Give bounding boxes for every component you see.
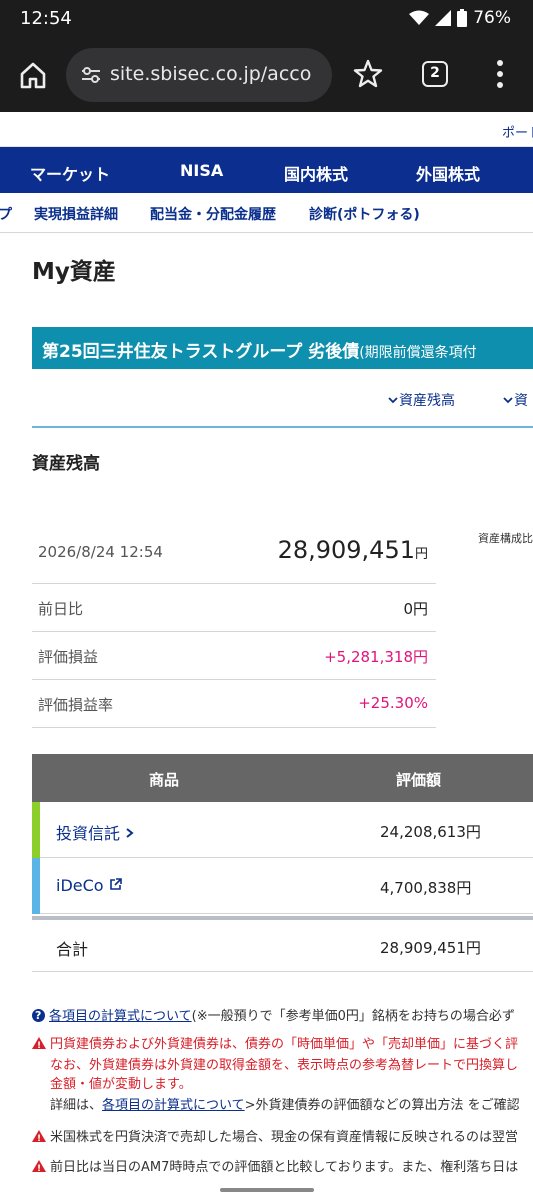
summary-total-value: 28,909,451	[277, 536, 415, 564]
product-link-ideco[interactable]: iDeCo	[56, 876, 122, 895]
summary-value: +25.30%	[358, 694, 428, 712]
product-link-investment-trust[interactable]: 投資信託	[56, 820, 135, 844]
subnav-diagnosis[interactable]: 診断(ポトフォる)	[309, 204, 420, 224]
help-icon	[32, 1008, 45, 1024]
bond-name-text: 第25回三井住友トラストグループ 劣後債	[42, 342, 360, 362]
row-color-bar	[32, 858, 40, 914]
tab-switcher-button[interactable]: 2	[422, 61, 448, 87]
warning-icon	[32, 1130, 46, 1146]
header-valuation: 評価額	[396, 771, 442, 789]
url-text: site.sbisec.co.jp/acco	[110, 63, 312, 85]
product-table-header: 商品 評価額	[32, 754, 533, 802]
status-icons: 76%	[409, 8, 511, 28]
calculation-link[interactable]: 各項目の計算式について	[102, 1098, 245, 1113]
note-bonds-detail: 詳細は、各項目の計算式について>外貨建債券の評価額などの算出方法 をご確認	[50, 1097, 533, 1114]
browser-toolbar: site.sbisec.co.jp/acco 2	[0, 38, 533, 112]
summary-row: 前日比 0円	[32, 584, 436, 632]
note-text: 円貨建債券および外貨建債券は、債券の「時価単価」や「売却単価」に基づく評	[50, 1037, 519, 1052]
signal-icon	[435, 10, 452, 26]
subnav-partial[interactable]: プ	[0, 204, 12, 224]
note-bonds-line3: 金額・値が変動します。	[50, 1077, 192, 1092]
note-bonds: 円貨建債券および外貨建債券は、債券の「時価単価」や「売却単価」に基づく評	[32, 1036, 533, 1053]
note-bonds-line2: なお、外貨建債券は外貨建の取得金額を、表示時点の参考為替レートで円換算し	[50, 1058, 519, 1073]
product-name: 投資信託	[56, 824, 121, 843]
anchor-label: 資	[514, 393, 528, 409]
summary-row: 評価損益 +5,281,318円	[32, 632, 436, 680]
status-bar: 12:54 76%	[0, 0, 533, 38]
bond-note: (期限前償還条項付	[359, 345, 477, 361]
total-label: 合計	[56, 940, 89, 959]
bond-name: 第25回三井住友トラストグループ 劣後債(期限前償還条項付	[42, 337, 477, 362]
subnav-dividend-history[interactable]: 配当金・分配金履歴	[150, 204, 276, 224]
note-text: >外貨建債券の評価額などの算出方法 をご確認	[244, 1098, 520, 1113]
note-calculation: 各項目の計算式について(※一般預りで「参考単価0円」銘柄をお持ちの場合必ず	[32, 1008, 533, 1025]
chevron-right-icon	[126, 828, 134, 838]
wifi-icon	[409, 10, 430, 25]
anchor-label: 資産残高	[399, 393, 455, 409]
bond-banner[interactable]: 第25回三井住友トラストグループ 劣後債(期限前償還条項付	[32, 327, 533, 369]
total-row: 合計 28,909,451円	[32, 920, 533, 972]
note-text: 前日比は当日のAM7時時点での評価額と比較しております。また、権利落ち日は	[50, 1160, 519, 1175]
nav-domestic-stocks[interactable]: 国内株式	[284, 161, 348, 185]
product-amount: 24,208,613円	[380, 823, 481, 841]
anchor-second[interactable]: 資	[502, 390, 528, 410]
anchor-asset-balance[interactable]: 資産残高	[387, 390, 455, 410]
portal-link[interactable]: ポート	[502, 122, 533, 141]
status-time: 12:54	[20, 8, 72, 29]
note-day-change: 前日比は当日のAM7時時点での評価額と比較しております。また、権利落ち日は	[32, 1159, 533, 1176]
note-text: 詳細は、	[50, 1098, 103, 1113]
composition-label: 資産構成比	[478, 532, 533, 545]
product-name: iDeCo	[56, 876, 104, 895]
battery-percent: 76%	[473, 8, 511, 28]
total-amount: 28,909,451円	[380, 939, 481, 957]
bookmark-star-icon[interactable]	[352, 58, 384, 90]
summary-row: 評価損益率 +25.30%	[32, 680, 436, 728]
summary-label: 評価損益	[38, 648, 99, 666]
row-color-bar	[32, 802, 40, 858]
chevron-down-icon	[503, 397, 513, 404]
warning-icon	[32, 1160, 46, 1176]
home-icon[interactable]	[18, 60, 48, 90]
site-top-strip: ポート	[0, 112, 533, 147]
section-divider	[32, 426, 533, 428]
note-text: 米国株式を円貨決済で売却した場合、現金の保有資産情報に反映されるのは翌営	[50, 1130, 519, 1145]
summary-datetime: 2026/8/24 12:54	[38, 543, 163, 561]
calculation-link[interactable]: 各項目の計算式について	[49, 1009, 192, 1024]
gesture-bar[interactable]	[220, 1188, 314, 1192]
battery-icon	[457, 9, 468, 27]
subnav-realized-pl[interactable]: 実現損益詳細	[34, 204, 118, 224]
section-title: 資産残高	[32, 454, 100, 474]
summary-total: 28,909,451円	[278, 536, 428, 564]
note-us-stocks: 米国株式を円貨決済で売却した場合、現金の保有資産情報に反映されるのは翌営	[32, 1129, 533, 1146]
summary-value: 0円	[403, 600, 428, 618]
nav-market[interactable]: マーケット	[30, 161, 110, 185]
summary-label: 前日比	[38, 600, 84, 618]
nav-foreign-stocks[interactable]: 外国株式	[416, 161, 480, 185]
summary-value: +5,281,318円	[324, 648, 428, 666]
table-row: iDeCo 4,700,838円	[32, 858, 533, 914]
note-text: (※一般預りで「参考単価0円」銘柄をお持ちの場合必ず	[191, 1009, 515, 1024]
chevron-down-icon	[388, 397, 398, 404]
sub-nav: プ 実現損益詳細 配当金・分配金履歴 診断(ポトフォる)	[0, 193, 533, 233]
summary-yen: 円	[414, 547, 428, 562]
main-nav: マーケット NISA 国内株式 外国株式	[0, 147, 533, 193]
page-title: My資産	[32, 259, 116, 285]
product-amount: 4,700,838円	[380, 879, 472, 897]
external-link-icon	[109, 878, 122, 890]
url-bar[interactable]: site.sbisec.co.jp/acco	[66, 48, 332, 102]
site-settings-icon[interactable]	[80, 64, 102, 86]
table-row: 投資信託 24,208,613円	[32, 802, 533, 858]
warning-icon	[32, 1037, 46, 1053]
nav-nisa[interactable]: NISA	[180, 161, 223, 180]
summary-total-row: 2026/8/24 12:54 28,909,451円	[32, 524, 436, 584]
header-product: 商品	[149, 771, 180, 789]
summary-label: 評価損益率	[38, 696, 114, 714]
more-menu-icon[interactable]	[494, 58, 506, 90]
